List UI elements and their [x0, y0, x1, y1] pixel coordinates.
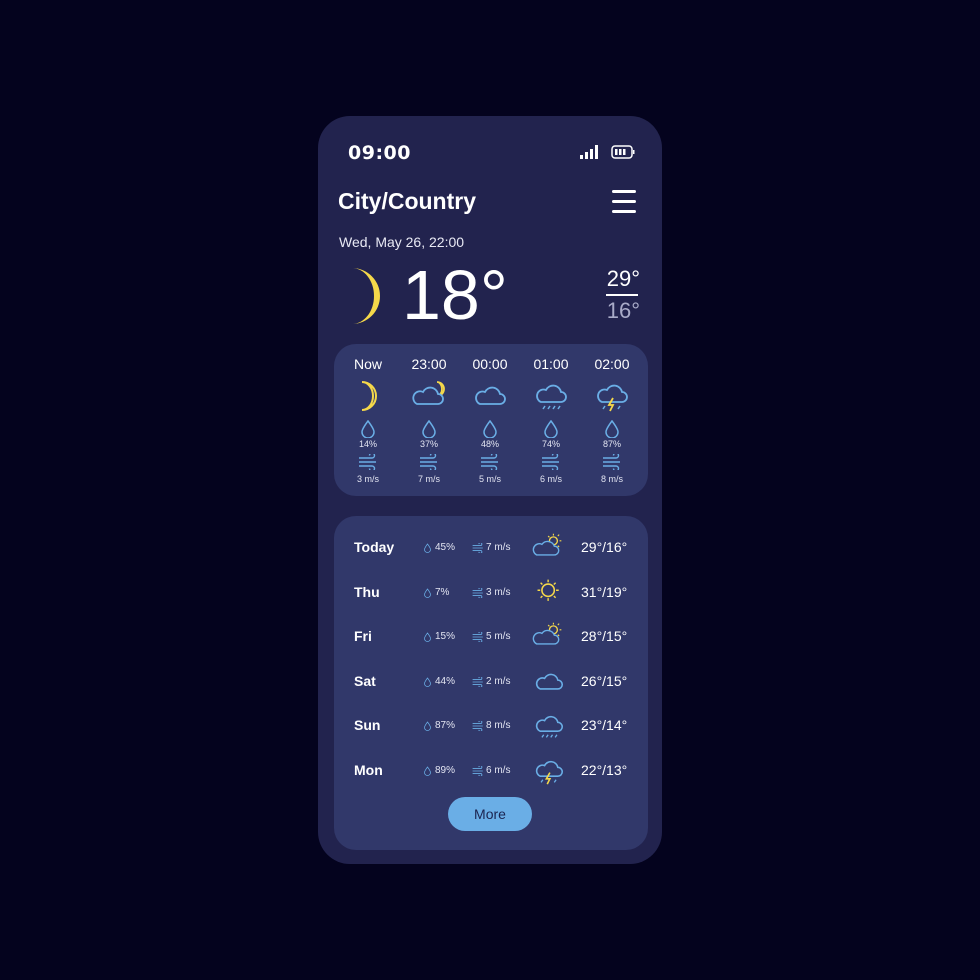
wind-value: 7 m/s: [486, 542, 511, 553]
wind-icon: [472, 543, 483, 553]
wind-icon: [472, 587, 483, 598]
status-time: 09:00: [348, 142, 411, 164]
precipitation-icon: [424, 721, 431, 731]
cloud-icon: [535, 673, 564, 690]
precipitation-value: 37%: [419, 439, 438, 449]
hour-label: Now: [353, 356, 382, 372]
hour-label: 23:00: [411, 356, 447, 372]
daily-row: Thu 7% 3 m/s 31°/19°: [334, 577, 648, 607]
temperature-range: 28°/15°: [581, 628, 628, 644]
wind-value: 7 m/s: [417, 474, 440, 484]
wind-icon: [603, 454, 620, 470]
phone-screen: 09:00 City/Country Wed, May 26, 22:00 18…: [318, 116, 662, 864]
moon-icon: [352, 268, 380, 324]
wind-value: 3 m/s: [486, 586, 511, 598]
partly-cloudy-icon: [532, 622, 562, 645]
temperature-range: 26°/15°: [581, 672, 628, 689]
more-button[interactable]: More: [448, 797, 532, 831]
precipitation-value: 14%: [358, 439, 377, 449]
precipitation-value: 48%: [480, 439, 499, 449]
precipitation-icon: [483, 420, 497, 438]
wind-value: 2 m/s: [486, 675, 511, 687]
temperature-range: 31°/19°: [581, 583, 628, 600]
cloud-icon: [475, 386, 506, 405]
precipitation-value: 89%: [435, 764, 456, 776]
wind-icon: [420, 454, 437, 470]
temperature-range: 22°/13°: [581, 761, 628, 778]
precipitation-value: 45%: [435, 542, 456, 553]
daily-forecast-card: More Today 45% 7 m/s 29°/16° Thu 7% 3 m/s…: [334, 516, 648, 850]
current-temperature: 18°: [402, 256, 508, 334]
wind-value: 3 m/s: [356, 474, 379, 484]
cloud-moon-icon: [412, 381, 445, 405]
wind-icon: [472, 676, 483, 687]
location-title: City/Country: [338, 188, 476, 214]
hour-label: 02:00: [594, 356, 630, 372]
partly-cloudy-icon: [532, 533, 562, 556]
precipitation-value: 44%: [435, 675, 456, 687]
precipitation-icon: [361, 420, 375, 438]
rain-icon: [536, 384, 567, 410]
wind-icon: [542, 454, 559, 470]
hamburger-menu-icon[interactable]: [612, 190, 636, 214]
wind-icon: [472, 765, 483, 776]
low-temperature: 16°: [606, 298, 640, 323]
daily-row: Fri 15% 5 m/s 28°/15°: [334, 621, 648, 651]
wind-icon: [472, 721, 483, 731]
daily-row: Sat 44% 2 m/s 26°/15°: [334, 666, 648, 696]
rain-icon: [535, 715, 564, 738]
daily-row: Sun 87% 8 m/s 23°/14°: [334, 710, 648, 740]
precipitation-icon: [424, 587, 431, 598]
signal-icon: [580, 145, 598, 159]
battery-icon: [611, 145, 635, 159]
day-label: Sat: [354, 672, 376, 689]
day-label: Thu: [354, 583, 380, 600]
precipitation-value: 7%: [435, 586, 450, 598]
temperature-range: 23°/14°: [581, 717, 628, 733]
precipitation-icon: [544, 420, 558, 438]
precipitation-icon: [424, 676, 431, 687]
high-temperature: 29°: [606, 266, 640, 291]
wind-value: 8 m/s: [486, 720, 511, 731]
wind-icon: [481, 454, 498, 470]
day-label: Mon: [354, 761, 383, 778]
wind-icon: [472, 632, 483, 642]
thunderstorm-icon: [535, 760, 564, 784]
wind-value: 8 m/s: [600, 474, 623, 484]
temperature-range: 29°/16°: [581, 539, 628, 555]
precipitation-value: 15%: [435, 631, 456, 642]
day-label: Sun: [354, 717, 381, 733]
day-label: Today: [354, 539, 395, 555]
hour-label: 00:00: [472, 356, 508, 372]
divider: [606, 294, 638, 296]
hourly-forecast-card: Now 14% 3 m/s 23:00 37% 7 m/s 00:00 48% 5 …: [334, 344, 648, 496]
precipitation-value: 87%: [602, 439, 621, 449]
precipitation-icon: [424, 632, 431, 642]
precipitation-icon: [424, 765, 431, 776]
wind-value: 5 m/s: [478, 474, 501, 484]
daily-row: Mon 89% 6 m/s 22°/13°: [334, 755, 648, 785]
precipitation-value: 74%: [541, 439, 560, 449]
wind-value: 6 m/s: [539, 474, 562, 484]
precipitation-icon: [422, 420, 436, 438]
sun-icon: [537, 579, 559, 601]
current-date: Wed, May 26, 22:00: [339, 234, 465, 250]
daily-row: Today 45% 7 m/s 29°/16°: [334, 532, 648, 562]
precipitation-icon: [424, 543, 431, 553]
hour-label: 01:00: [533, 356, 569, 372]
moon-icon: [361, 381, 377, 411]
precipitation-icon: [605, 420, 619, 438]
day-label: Fri: [354, 628, 372, 644]
thunderstorm-icon: [597, 384, 628, 412]
precipitation-value: 87%: [435, 720, 456, 731]
wind-value: 6 m/s: [486, 764, 511, 776]
wind-icon: [359, 454, 376, 470]
wind-value: 5 m/s: [486, 631, 511, 642]
